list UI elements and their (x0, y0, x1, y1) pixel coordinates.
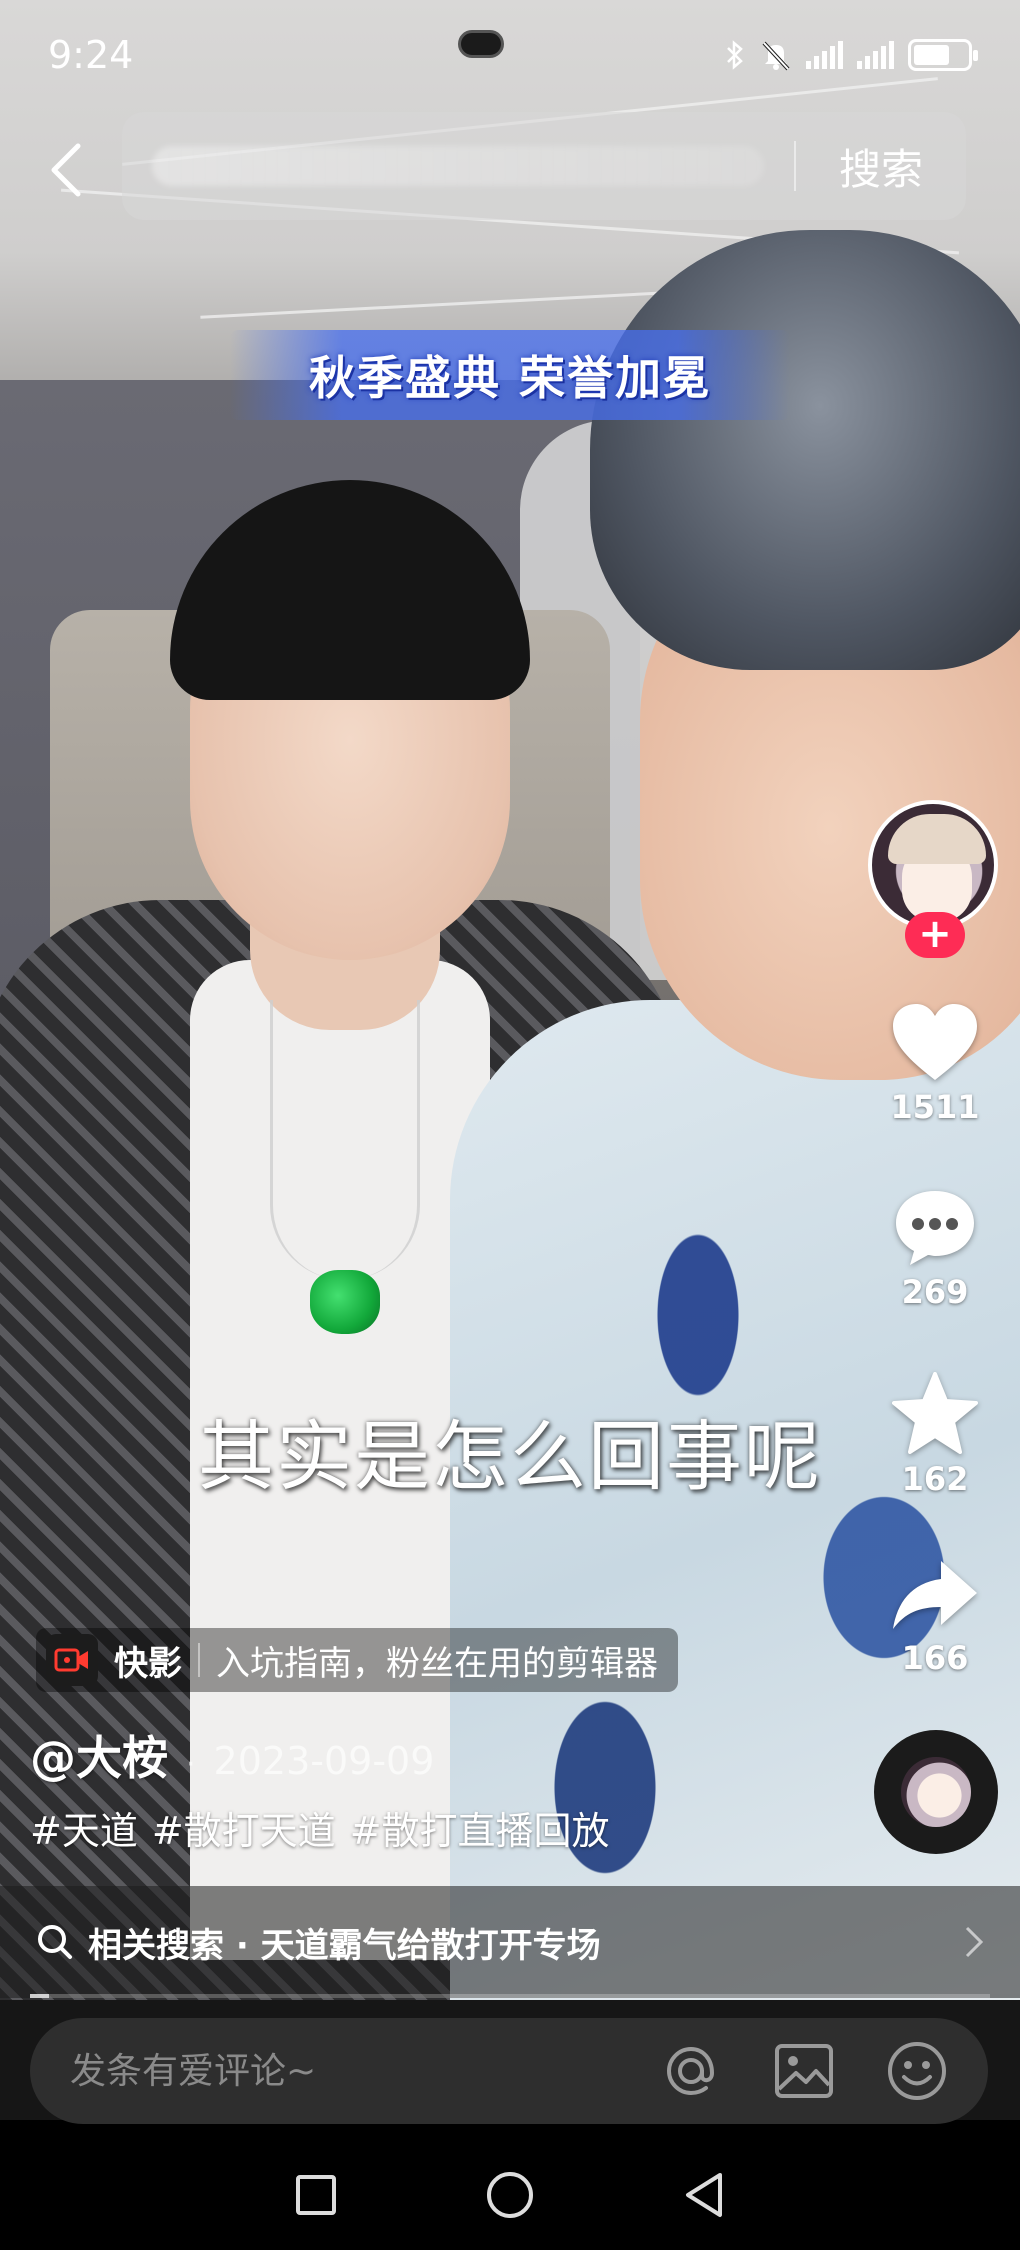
video-progress-fill (30, 1994, 50, 1998)
comment-count: 269 (901, 1273, 969, 1311)
hashtag-list: #天道 #散打天道 #散打直播回放 (30, 1800, 610, 1855)
favorite-button[interactable]: 162 (860, 1370, 1010, 1498)
recents-square-icon[interactable] (294, 2173, 338, 2217)
screen: 秋季盛典 荣誉加冕 9:24 搜索 其实是怎么回事呢 + 1511 269 16… (0, 0, 1020, 2250)
comment-input[interactable] (70, 2050, 660, 2092)
share-button[interactable]: 166 (860, 1555, 1010, 1677)
video-progress-bar[interactable] (30, 1994, 990, 1998)
status-icons (724, 39, 978, 71)
comment-area (0, 2000, 1020, 2124)
jade-pendant (310, 1270, 380, 1334)
back-triangle-icon[interactable] (682, 2171, 726, 2219)
share-count: 166 (901, 1639, 969, 1677)
follow-button[interactable]: + (905, 912, 965, 958)
hashtag[interactable]: #天道 (30, 1800, 138, 1855)
music-disc-cover (901, 1757, 971, 1827)
search-bar[interactable]: 搜索 (122, 112, 966, 220)
author-date-separator: · (186, 1747, 196, 1782)
comment-button[interactable]: 269 (860, 1185, 1010, 1311)
bluetooth-icon (727, 40, 743, 70)
comment-box[interactable] (30, 2018, 988, 2124)
search-query-blurred[interactable] (152, 146, 764, 186)
speech-bubble-icon (896, 1191, 974, 1265)
search-icon (38, 1925, 72, 1959)
ad-text: 入坑指南，粉丝在用的剪辑器 (216, 1643, 658, 1684)
star-icon (892, 1372, 978, 1454)
music-disc[interactable] (874, 1730, 998, 1854)
home-circle-icon[interactable] (485, 2170, 535, 2220)
author-row: @大桉 · 2023-09-09 (30, 1722, 434, 1788)
battery-icon (908, 39, 978, 71)
image-icon[interactable] (774, 2043, 834, 2099)
battery-level (914, 45, 949, 65)
author-name[interactable]: @大桉 (30, 1722, 168, 1788)
share-arrow-icon (893, 1561, 977, 1629)
at-sign-icon[interactable] (660, 2040, 722, 2102)
search-button[interactable]: 搜索 (796, 136, 966, 197)
video-camera-icon (46, 1634, 98, 1686)
back-button[interactable] (36, 130, 96, 210)
mute-bell-icon (762, 41, 790, 71)
hashtag[interactable]: #散打天道 (152, 1800, 336, 1855)
system-nav-bar (0, 2140, 1020, 2250)
ad-tag[interactable]: 快影 入坑指南，粉丝在用的剪辑器 (36, 1628, 678, 1692)
comment-icons (660, 2040, 948, 2102)
chevron-right-icon (965, 1926, 984, 1958)
heart-icon (893, 1004, 977, 1080)
event-banner: 秋季盛典 荣誉加冕 (230, 330, 790, 420)
ad-separator (198, 1643, 200, 1677)
event-banner-text: 秋季盛典 荣誉加冕 (308, 351, 711, 405)
like-count: 1511 (890, 1088, 980, 1126)
status-time: 9:24 (48, 33, 134, 77)
smiley-icon[interactable] (886, 2040, 948, 2102)
hashtag[interactable]: #散打直播回放 (350, 1800, 610, 1855)
chevron-left-icon (51, 143, 81, 197)
ad-brand: 快影 (114, 1643, 182, 1684)
related-search-bar[interactable]: 相关搜索 · 天道霸气给散打开专场 (0, 1886, 1020, 1998)
necklace-chain (270, 1000, 420, 1280)
signal-1-icon (806, 41, 843, 69)
creator-avatar-button[interactable]: + (868, 800, 1002, 960)
person-right-hair (590, 230, 1020, 670)
camera-cutout (458, 30, 504, 58)
status-bar: 9:24 (0, 0, 1020, 110)
favorite-count: 162 (901, 1460, 969, 1498)
like-button[interactable]: 1511 (860, 1000, 1010, 1126)
signal-2-icon (857, 41, 894, 69)
post-date: 2023-09-09 (213, 1739, 435, 1783)
related-search-text: 相关搜索 · 天道霸气给散打开专场 (88, 1925, 601, 1966)
